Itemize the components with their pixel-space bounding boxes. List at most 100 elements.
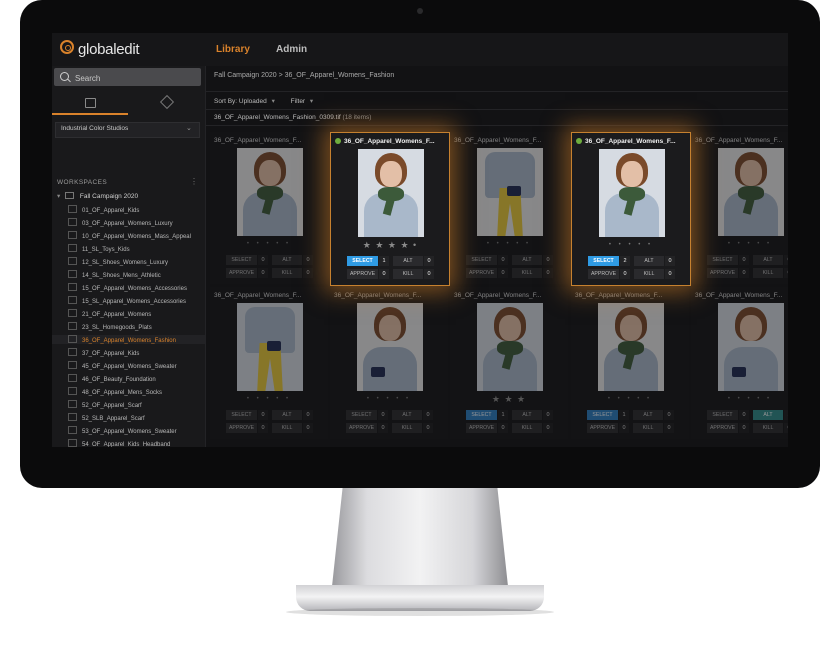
alt-button[interactable]: ALT bbox=[634, 256, 664, 266]
select-button[interactable]: SELECT bbox=[226, 255, 257, 265]
approve-button[interactable]: APPROVE bbox=[466, 268, 497, 278]
tab-layers[interactable] bbox=[129, 91, 205, 115]
star-rating[interactable]: • • • • • bbox=[450, 241, 568, 247]
star-rating[interactable]: • • • • • bbox=[691, 396, 788, 402]
alt-button[interactable]: ALT bbox=[272, 255, 302, 265]
select-button[interactable]: SELECT bbox=[466, 410, 497, 420]
sidebar-folder-item[interactable]: 45_OF_Apparel_Womens_Sweater bbox=[68, 361, 177, 370]
image-card[interactable]: 36_OF_Apparel_Womens_F... • • • • • SELECT… bbox=[571, 287, 689, 439]
kill-button[interactable]: KILL bbox=[392, 423, 422, 433]
image-thumbnail[interactable] bbox=[477, 148, 543, 236]
sidebar-folder-item[interactable]: 36_OF_Apparel_Womens_Fashion bbox=[52, 335, 205, 344]
image-card[interactable]: 36_OF_Apparel_Womens_F... • • • • • SELECT… bbox=[571, 132, 691, 286]
approve-button[interactable]: APPROVE bbox=[588, 269, 619, 279]
kill-button[interactable]: KILL bbox=[272, 268, 302, 278]
select-button[interactable]: SELECT bbox=[588, 256, 619, 266]
image-thumbnail[interactable] bbox=[358, 149, 424, 237]
select-button[interactable]: SELECT bbox=[587, 410, 618, 420]
image-card[interactable]: 36_OF_Apparel_Womens_F... ★ ★ ★ ★ • SELECT… bbox=[330, 132, 450, 286]
sidebar-folder-item[interactable]: 01_OF_Apparel_Kids bbox=[68, 205, 139, 214]
kill-button[interactable]: KILL bbox=[753, 423, 783, 433]
approve-button[interactable]: APPROVE bbox=[707, 268, 738, 278]
tab-folders[interactable] bbox=[52, 91, 128, 115]
sidebar-folder-item[interactable]: 21_OF_Apparel_Womens bbox=[68, 309, 151, 318]
star-rating[interactable]: • • • • • bbox=[691, 241, 788, 247]
image-card[interactable]: 36_OF_Apparel_Womens_F... • • • • • SELECT… bbox=[691, 132, 788, 284]
search-box[interactable] bbox=[54, 68, 201, 86]
sidebar-folder-item[interactable]: 14_SL_Shoes_Mens_Athletic bbox=[68, 270, 161, 279]
star-rating[interactable]: • • • • • bbox=[330, 396, 448, 402]
sidebar-folder-item[interactable]: 23_SL_Homegoods_Plats bbox=[68, 322, 152, 331]
star-rating[interactable]: • • • • • bbox=[210, 241, 328, 247]
star-rating[interactable]: • • • • • bbox=[572, 242, 690, 248]
image-thumbnail[interactable] bbox=[598, 303, 664, 391]
kill-button[interactable]: KILL bbox=[512, 268, 542, 278]
kill-button[interactable]: KILL bbox=[633, 423, 663, 433]
kill-button[interactable]: KILL bbox=[512, 423, 542, 433]
studio-dropdown[interactable]: Industrial Color Studios ⌄ bbox=[55, 122, 200, 138]
star-rating[interactable]: • • • • • bbox=[571, 396, 689, 402]
nav-tab-admin[interactable]: Admin bbox=[276, 44, 307, 55]
select-button[interactable]: SELECT bbox=[466, 255, 497, 265]
image-thumbnail[interactable] bbox=[357, 303, 423, 391]
select-button[interactable]: SELECT bbox=[707, 410, 738, 420]
alt-button[interactable]: ALT bbox=[753, 255, 783, 265]
select-button[interactable]: SELECT bbox=[347, 256, 378, 266]
image-thumbnail[interactable] bbox=[477, 303, 543, 391]
alt-button[interactable]: ALT bbox=[753, 410, 783, 420]
approve-button[interactable]: APPROVE bbox=[466, 423, 497, 433]
image-thumbnail[interactable] bbox=[718, 303, 784, 391]
approve-button[interactable]: APPROVE bbox=[226, 268, 257, 278]
search-input[interactable] bbox=[73, 70, 197, 86]
image-thumbnail[interactable] bbox=[237, 303, 303, 391]
sidebar-folder-item[interactable]: 53_OF_Apparel_Womens_Sweater bbox=[68, 426, 177, 435]
select-button[interactable]: SELECT bbox=[226, 410, 257, 420]
star-rating[interactable]: ★ ★ ★ ★ • bbox=[331, 240, 449, 251]
approve-button[interactable]: APPROVE bbox=[346, 423, 377, 433]
kill-button[interactable]: KILL bbox=[393, 269, 423, 279]
kill-button[interactable]: KILL bbox=[272, 423, 302, 433]
nav-tab-library[interactable]: Library bbox=[216, 44, 250, 55]
image-thumbnail[interactable] bbox=[599, 149, 665, 237]
approve-button[interactable]: APPROVE bbox=[587, 423, 618, 433]
sidebar-folder-item[interactable]: 37_OF_Apparel_Kids bbox=[68, 348, 139, 357]
approve-button[interactable]: APPROVE bbox=[707, 423, 738, 433]
sidebar-folder-item[interactable]: 12_SL_Shoes_Womens_Luxury bbox=[68, 257, 168, 266]
alt-button[interactable]: ALT bbox=[633, 410, 663, 420]
alt-button[interactable]: ALT bbox=[393, 256, 423, 266]
more-options-icon[interactable]: ⋮ bbox=[190, 177, 198, 186]
sidebar-folder-item[interactable]: 10_OF_Apparel_Womens_Mass_Appeal bbox=[68, 231, 191, 240]
image-card[interactable]: 36_OF_Apparel_Womens_F... • • • • • SELECT… bbox=[210, 287, 328, 439]
sidebar-folder-item[interactable]: 54_OF_Apparel_Kids_Headband bbox=[68, 439, 170, 447]
image-card[interactable]: 36_OF_Apparel_Womens_F... • • • • • SELECT… bbox=[691, 287, 788, 439]
sidebar-folder-item[interactable]: 46_OF_Beauty_Foundation bbox=[68, 374, 156, 383]
star-rating[interactable]: ★ ★ ★ bbox=[450, 394, 568, 405]
filter-button[interactable]: Filter bbox=[291, 98, 305, 105]
image-thumbnail[interactable] bbox=[718, 148, 784, 236]
sidebar-folder-item[interactable]: 11_SL_Toys_Kids bbox=[68, 244, 130, 253]
alt-button[interactable]: ALT bbox=[392, 410, 422, 420]
kill-button[interactable]: KILL bbox=[753, 268, 783, 278]
sort-dropdown[interactable]: Sort By: Uploaded bbox=[214, 98, 267, 105]
select-button[interactable]: SELECT bbox=[346, 410, 377, 420]
sidebar-folder-item[interactable]: 48_OF_Apparel_Mens_Socks bbox=[68, 387, 162, 396]
sidebar-folder-item[interactable]: 03_OF_Apparel_Womens_Luxury bbox=[68, 218, 173, 227]
sidebar-folder-item[interactable]: 52_SLB_Apparel_Scarf bbox=[68, 413, 145, 422]
kill-button[interactable]: KILL bbox=[634, 269, 664, 279]
alt-button[interactable]: ALT bbox=[512, 410, 542, 420]
approve-button[interactable]: APPROVE bbox=[226, 423, 257, 433]
root-folder[interactable]: ▾ Fall Campaign 2020 bbox=[57, 192, 138, 200]
star-rating[interactable]: • • • • • bbox=[210, 396, 328, 402]
sidebar-folder-item[interactable]: 15_OF_Apparel_Womens_Accessories bbox=[68, 283, 187, 292]
select-button[interactable]: SELECT bbox=[707, 255, 738, 265]
image-card[interactable]: 36_OF_Apparel_Womens_F... • • • • • SELECT… bbox=[450, 132, 568, 284]
approve-button[interactable]: APPROVE bbox=[347, 269, 378, 279]
image-card[interactable]: 36_OF_Apparel_Womens_F... • • • • • SELECT… bbox=[330, 287, 448, 439]
image-card[interactable]: 36_OF_Apparel_Womens_F... ★ ★ ★ SELECT 1 ALT… bbox=[450, 287, 568, 439]
sidebar-folder-item[interactable]: 15_SL_Apparel_Womens_Accessories bbox=[68, 296, 186, 305]
sidebar-folder-item[interactable]: 52_OF_Apparel_Scarf bbox=[68, 400, 142, 409]
alt-button[interactable]: ALT bbox=[272, 410, 302, 420]
alt-button[interactable]: ALT bbox=[512, 255, 542, 265]
image-thumbnail[interactable] bbox=[237, 148, 303, 236]
image-card[interactable]: 36_OF_Apparel_Womens_F... • • • • • SELECT… bbox=[210, 132, 328, 284]
